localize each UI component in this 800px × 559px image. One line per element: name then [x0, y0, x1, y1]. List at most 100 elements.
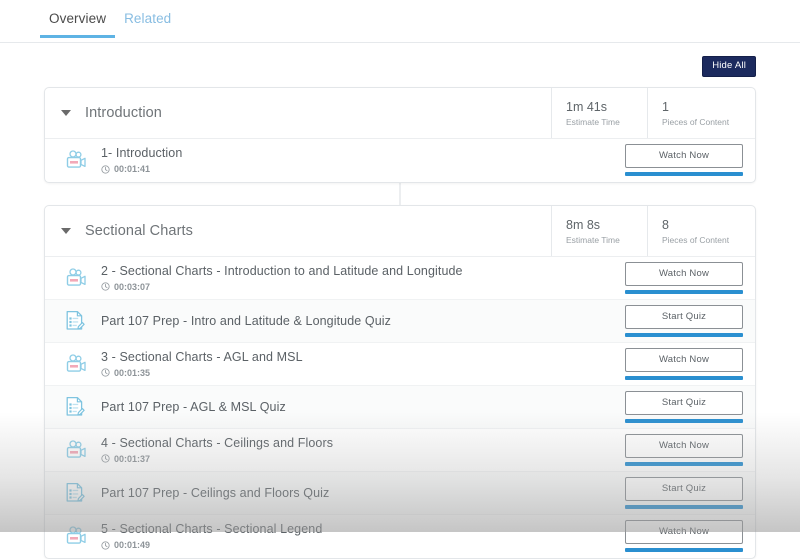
lesson-title: Part 107 Prep - AGL & MSL Quiz: [101, 399, 286, 414]
video-camera-icon-svg: [66, 150, 86, 168]
estimate-time-value: 8m 8s: [566, 217, 601, 232]
lesson-action: Watch Now: [625, 433, 755, 466]
section-title: Introduction: [85, 104, 162, 121]
lesson-action: Start Quiz: [625, 476, 755, 509]
tab-related-label: Related: [124, 11, 172, 26]
lesson-body: 4 - Sectional Charts - Ceilings and Floo…: [101, 430, 625, 470]
lesson-duration-wrap: 00:03:07: [101, 282, 625, 292]
section-estimate-time: 1m 41s Estimate Time: [551, 87, 647, 138]
lesson-action-button[interactable]: Start Quiz: [625, 476, 743, 501]
chevron-down-icon[interactable]: [61, 109, 71, 116]
section-title-wrap[interactable]: Introduction: [45, 88, 551, 138]
chevron-down-icon[interactable]: [61, 227, 71, 234]
lesson-action-button[interactable]: Watch Now: [625, 433, 743, 458]
lesson-action-button[interactable]: Watch Now: [625, 144, 743, 168]
lesson-row[interactable]: 1- Introduction 00:01:41 Watch Now: [45, 139, 755, 182]
lesson-body: 3 - Sectional Charts - AGL and MSL 00:01:…: [101, 344, 625, 384]
pieces-of-content-label: Pieces of Content: [662, 116, 730, 127]
lesson-duration: 00:01:35: [114, 367, 151, 378]
lesson-progress-bar: [625, 504, 743, 509]
lesson-title: Part 107 Prep - Intro and Latitude & Lon…: [101, 313, 392, 328]
clock-icon-svg: [101, 368, 110, 377]
lesson-row[interactable]: Part 107 Prep - Intro and Latitude & Lon…: [45, 299, 755, 343]
lesson-row[interactable]: Part 107 Prep - Ceilings and Floors Quiz…: [45, 471, 755, 515]
lesson-title: 1- Introduction: [101, 146, 183, 160]
clock-icon: [101, 164, 110, 174]
lesson-row[interactable]: 5 - Sectional Charts - Sectional Legend 0…: [45, 515, 755, 558]
section-header[interactable]: Sectional Charts 8m 8s Estimate Time 8 Piece…: [45, 205, 755, 257]
tab-related[interactable]: Related: [115, 0, 180, 37]
lesson-action-button[interactable]: Watch Now: [625, 347, 743, 372]
video-camera-icon-svg: [66, 439, 86, 458]
pieces-of-content-value: 1: [662, 99, 669, 114]
section-connector: [399, 182, 401, 205]
quiz-document-icon: [61, 396, 101, 417]
tab-bar: Overview Related: [0, 0, 800, 43]
pieces-of-content-value: 8: [662, 217, 669, 232]
tab-overview[interactable]: Overview: [40, 0, 116, 38]
video-camera-icon-svg: [66, 526, 86, 544]
video-camera-icon-svg: [66, 267, 86, 286]
clock-icon: [101, 368, 110, 377]
lesson-title: 5 - Sectional Charts - Sectional Legend: [101, 522, 323, 536]
video-camera-icon: [61, 526, 101, 546]
lesson-row[interactable]: 4 - Sectional Charts - Ceilings and Floo…: [45, 429, 755, 472]
lesson-duration-wrap: 00:01:35: [101, 368, 625, 378]
lesson-row[interactable]: 2 - Sectional Charts - Introduction to a…: [45, 257, 755, 300]
clock-icon-svg: [101, 164, 110, 174]
quiz-document-icon: [61, 482, 101, 503]
lesson-duration: 00:01:49: [114, 540, 151, 550]
lesson-duration-wrap: 00:01:41: [101, 164, 625, 174]
section-header[interactable]: Introduction 1m 41s Estimate Time 1 Pieces o…: [45, 87, 755, 139]
section-list: Introduction 1m 41s Estimate Time 1 Pieces o…: [0, 77, 800, 559]
lesson-progress-bar: [625, 418, 743, 423]
lesson-body: Part 107 Prep - Ceilings and Floors Quiz: [101, 480, 625, 506]
video-camera-icon: [61, 439, 101, 460]
section-pieces-of-content: 1 Pieces of Content: [647, 87, 755, 138]
section-title-wrap[interactable]: Sectional Charts: [45, 206, 551, 256]
lesson-action-button[interactable]: Watch Now: [625, 261, 743, 286]
section-estimate-time: 8m 8s Estimate Time: [551, 205, 647, 256]
estimate-time-value: 1m 41s: [566, 99, 607, 114]
lesson-progress-bar: [625, 172, 743, 176]
lesson-body: Part 107 Prep - Intro and Latitude & Lon…: [101, 308, 625, 334]
lesson-progress-bar: [625, 375, 743, 380]
clock-icon-svg: [101, 454, 110, 463]
lesson-duration: 00:03:07: [114, 281, 151, 292]
lesson-action-button[interactable]: Watch Now: [625, 520, 743, 544]
clock-icon: [101, 282, 110, 291]
hide-all-button[interactable]: Hide All: [702, 56, 756, 77]
lesson-action: Start Quiz: [625, 390, 755, 423]
clock-icon-svg: [101, 540, 110, 550]
lesson-title: 4 - Sectional Charts - Ceilings and Floo…: [101, 435, 334, 450]
lesson-duration: 00:01:41: [114, 164, 151, 174]
lesson-duration: 00:01:37: [114, 453, 151, 464]
video-camera-icon: [61, 353, 101, 374]
section-title: Sectional Charts: [85, 222, 193, 239]
lesson-title: Part 107 Prep - Ceilings and Floors Quiz: [101, 485, 330, 500]
estimate-time-label: Estimate Time: [566, 116, 620, 127]
lesson-progress-bar: [625, 289, 743, 294]
video-camera-icon-svg: [66, 353, 86, 372]
lesson-action: Watch Now: [625, 347, 755, 380]
lesson-row[interactable]: 3 - Sectional Charts - AGL and MSL 00:01:…: [45, 343, 755, 386]
lesson-action: Watch Now: [625, 520, 755, 552]
video-camera-icon: [61, 267, 101, 288]
section-card: Sectional Charts 8m 8s Estimate Time 8 Piece…: [44, 204, 756, 559]
lesson-action: Watch Now: [625, 144, 755, 176]
lesson-body: 5 - Sectional Charts - Sectional Legend 0…: [101, 516, 625, 556]
tab-overview-label: Overview: [49, 11, 107, 26]
video-camera-icon: [61, 150, 101, 170]
lesson-action-button[interactable]: Start Quiz: [625, 390, 743, 415]
lesson-body: Part 107 Prep - AGL & MSL Quiz: [101, 394, 625, 420]
section-card: Introduction 1m 41s Estimate Time 1 Pieces o…: [44, 86, 756, 183]
estimate-time-label: Estimate Time: [566, 234, 620, 245]
toolbar: Hide All: [0, 43, 800, 77]
section-pieces-of-content: 8 Pieces of Content: [647, 205, 755, 256]
lesson-row[interactable]: Part 107 Prep - AGL & MSL Quiz Start Quiz: [45, 385, 755, 429]
lesson-action-button[interactable]: Start Quiz: [625, 304, 743, 329]
lesson-body: 1- Introduction 00:01:41: [101, 140, 625, 180]
lesson-progress-bar: [625, 461, 743, 466]
lesson-progress-bar: [625, 548, 743, 552]
lesson-title: 2 - Sectional Charts - Introduction to a…: [101, 263, 463, 278]
